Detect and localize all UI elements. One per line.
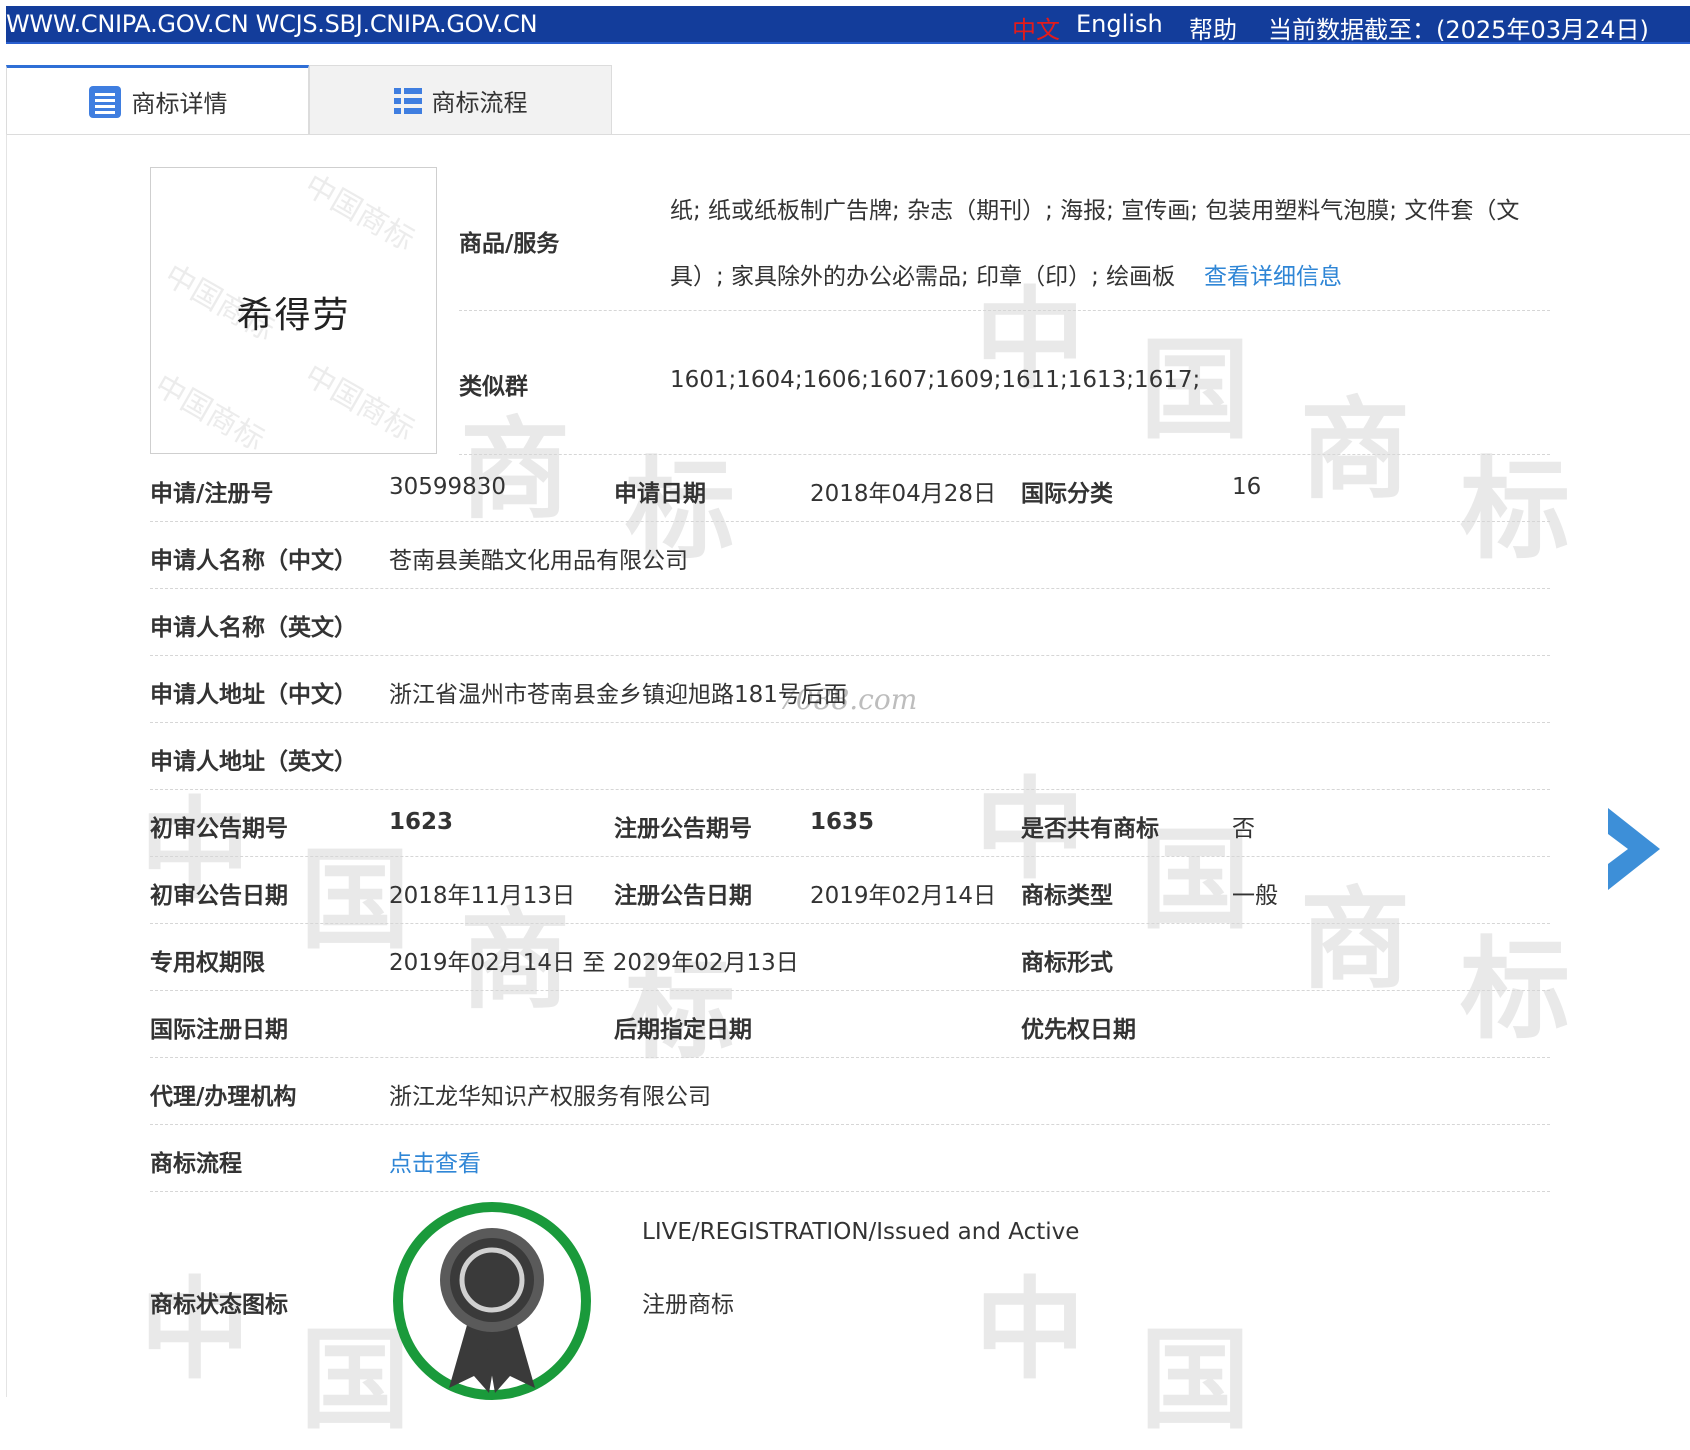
reg-no-label: 申请/注册号 — [150, 481, 274, 507]
reg-issue-label: 注册公告期号 — [614, 816, 752, 842]
process-label: 商标流程 — [150, 1151, 242, 1177]
trademark-name: 希得劳 — [236, 295, 351, 336]
list-doc-icon — [88, 85, 122, 119]
prelim-date-value: 2018年11月13日 — [389, 883, 576, 909]
lang-chinese-link[interactable]: 中文 — [1012, 10, 1060, 45]
lang-english-link[interactable]: English — [1076, 10, 1163, 38]
help-link[interactable]: 帮助 — [1189, 10, 1237, 45]
later-designation-label: 后期指定日期 — [614, 1017, 752, 1043]
status-icon-label: 商标状态图标 — [150, 1292, 288, 1318]
tab-label: 商标详情 — [131, 90, 228, 118]
stamp-watermark: 中国商标 — [298, 357, 420, 449]
prelim-issue-value: 1623 — [389, 809, 454, 835]
tab-label: 商标流程 — [431, 89, 528, 117]
applicant-en-row: 申请人名称（英文） — [150, 588, 1550, 656]
similar-group-value: 1601;1604;1606;1607;1609;1611;1613;1617; — [670, 367, 1201, 393]
stamp-watermark: 中国商标 — [298, 167, 420, 259]
applicant-en-label: 申请人名称（英文） — [150, 615, 357, 641]
data-date: 当前数据截至：(2025年03月24日) — [1268, 16, 1649, 44]
next-page-arrow[interactable] — [1608, 808, 1660, 890]
stamp-watermark: 中国商标 — [150, 367, 270, 454]
view-details-link[interactable]: 查看详细信息 — [1204, 257, 1342, 291]
list-icon — [393, 87, 422, 115]
address-cn-value: 浙江省温州市苍南县金乡镇迎旭路181号后面 — [389, 682, 847, 708]
exclusive-period-value: 2019年02月14日 至 2029年02月13日 — [389, 950, 799, 976]
agency-row: 代理/办理机构 浙江龙华知识产权服务有限公司 — [150, 1057, 1550, 1125]
reg-no-value: 30599830 — [389, 474, 507, 500]
goods-line-2: 具）; 家具除外的办公必需品; 印章（印）; 绘画板 — [670, 264, 1176, 290]
reg-issue-value: 1635 — [810, 809, 875, 835]
exclusive-period-row: 专用权期限 2019年02月14日 至 2029年02月13日 商标形式 — [150, 923, 1550, 991]
chevron-right-icon — [1608, 808, 1660, 890]
view-process-link[interactable]: 点击查看 — [389, 1144, 481, 1178]
prelim-date-label: 初审公告日期 — [150, 883, 288, 909]
shared-mark-label: 是否共有商标 — [1021, 816, 1159, 842]
address-cn-row: 申请人地址（中文） 浙江省温州市苍南县金乡镇迎旭路181号后面 — [150, 655, 1550, 723]
agency-label: 代理/办理机构 — [150, 1084, 297, 1110]
process-row: 商标流程 点击查看 — [150, 1124, 1550, 1192]
tab-trademark-detail[interactable]: 商标详情 — [6, 65, 309, 135]
announcement-date-row: 初审公告日期 2018年11月13日 注册公告日期 2019年02月14日 商标… — [150, 856, 1550, 924]
status-cn: 注册商标 — [642, 1292, 734, 1318]
applicant-cn-label: 申请人名称（中文） — [150, 548, 357, 574]
intl-reg-date-label: 国际注册日期 — [150, 1017, 288, 1043]
tab-trademark-process[interactable]: 商标流程 — [309, 65, 612, 135]
exclusive-period-label: 专用权期限 — [150, 950, 265, 976]
mark-type-value: 一般 — [1232, 883, 1278, 909]
reg-date-value: 2019年02月14日 — [810, 883, 997, 909]
trademark-image[interactable]: 中国商标 中国商标 中国商标 中国商标 希得劳 — [150, 167, 437, 454]
apply-date-value: 2018年04月28日 — [810, 481, 997, 507]
agency-value: 浙江龙华知识产权服务有限公司 — [389, 1084, 711, 1110]
applicant-cn-value: 苍南县美酷文化用品有限公司 — [389, 548, 688, 574]
address-en-row: 申请人地址（英文） — [150, 722, 1550, 790]
intl-class-label: 国际分类 — [1021, 481, 1113, 507]
intl-class-value: 16 — [1232, 474, 1262, 500]
mark-type-label: 商标类型 — [1021, 883, 1113, 909]
mark-form-label: 商标形式 — [1021, 950, 1113, 976]
registration-row: 申请/注册号 30599830 申请日期 2018年04月28日 国际分类 16 — [150, 454, 1550, 522]
address-cn-label: 申请人地址（中文） — [150, 682, 357, 708]
site-url[interactable]: WWW.CNIPA.GOV.CN WCJS.SBJ.CNIPA.GOV.CN — [6, 10, 538, 38]
address-en-label: 申请人地址（英文） — [150, 749, 357, 775]
goods-label: 商品/服务 — [459, 231, 560, 257]
reg-date-label: 注册公告日期 — [614, 883, 752, 909]
similar-group-row: 类似群 1601;1604;1606;1607;1609;1611;1613;1… — [459, 310, 1550, 455]
registered-badge-icon — [389, 1198, 595, 1408]
intl-dates-row: 国际注册日期 后期指定日期 优先权日期 — [150, 990, 1550, 1058]
apply-date-label: 申请日期 — [614, 481, 706, 507]
status-row: 商标状态图标 LIVE/REGISTRATION/Issued and Acti… — [150, 1191, 1550, 1400]
status-en: LIVE/REGISTRATION/Issued and Active — [642, 1219, 1080, 1245]
goods-row: 商品/服务 纸; 纸或纸板制广告牌; 杂志（期刊）; 海报; 宣传画; 包装用塑… — [459, 167, 1550, 311]
shared-mark-value: 否 — [1232, 816, 1255, 842]
priority-date-label: 优先权日期 — [1021, 1017, 1136, 1043]
prelim-issue-label: 初审公告期号 — [150, 816, 288, 842]
applicant-cn-row: 申请人名称（中文） 苍南县美酷文化用品有限公司 — [150, 521, 1550, 589]
announcement-issue-row: 初审公告期号 1623 注册公告期号 1635 是否共有商标 否 — [150, 789, 1550, 857]
goods-line-1: 纸; 纸或纸板制广告牌; 杂志（期刊）; 海报; 宣传画; 包装用塑料气泡膜; … — [670, 198, 1520, 224]
top-bar: WWW.CNIPA.GOV.CN WCJS.SBJ.CNIPA.GOV.CN 中… — [6, 6, 1690, 44]
similar-group-label: 类似群 — [459, 374, 528, 400]
